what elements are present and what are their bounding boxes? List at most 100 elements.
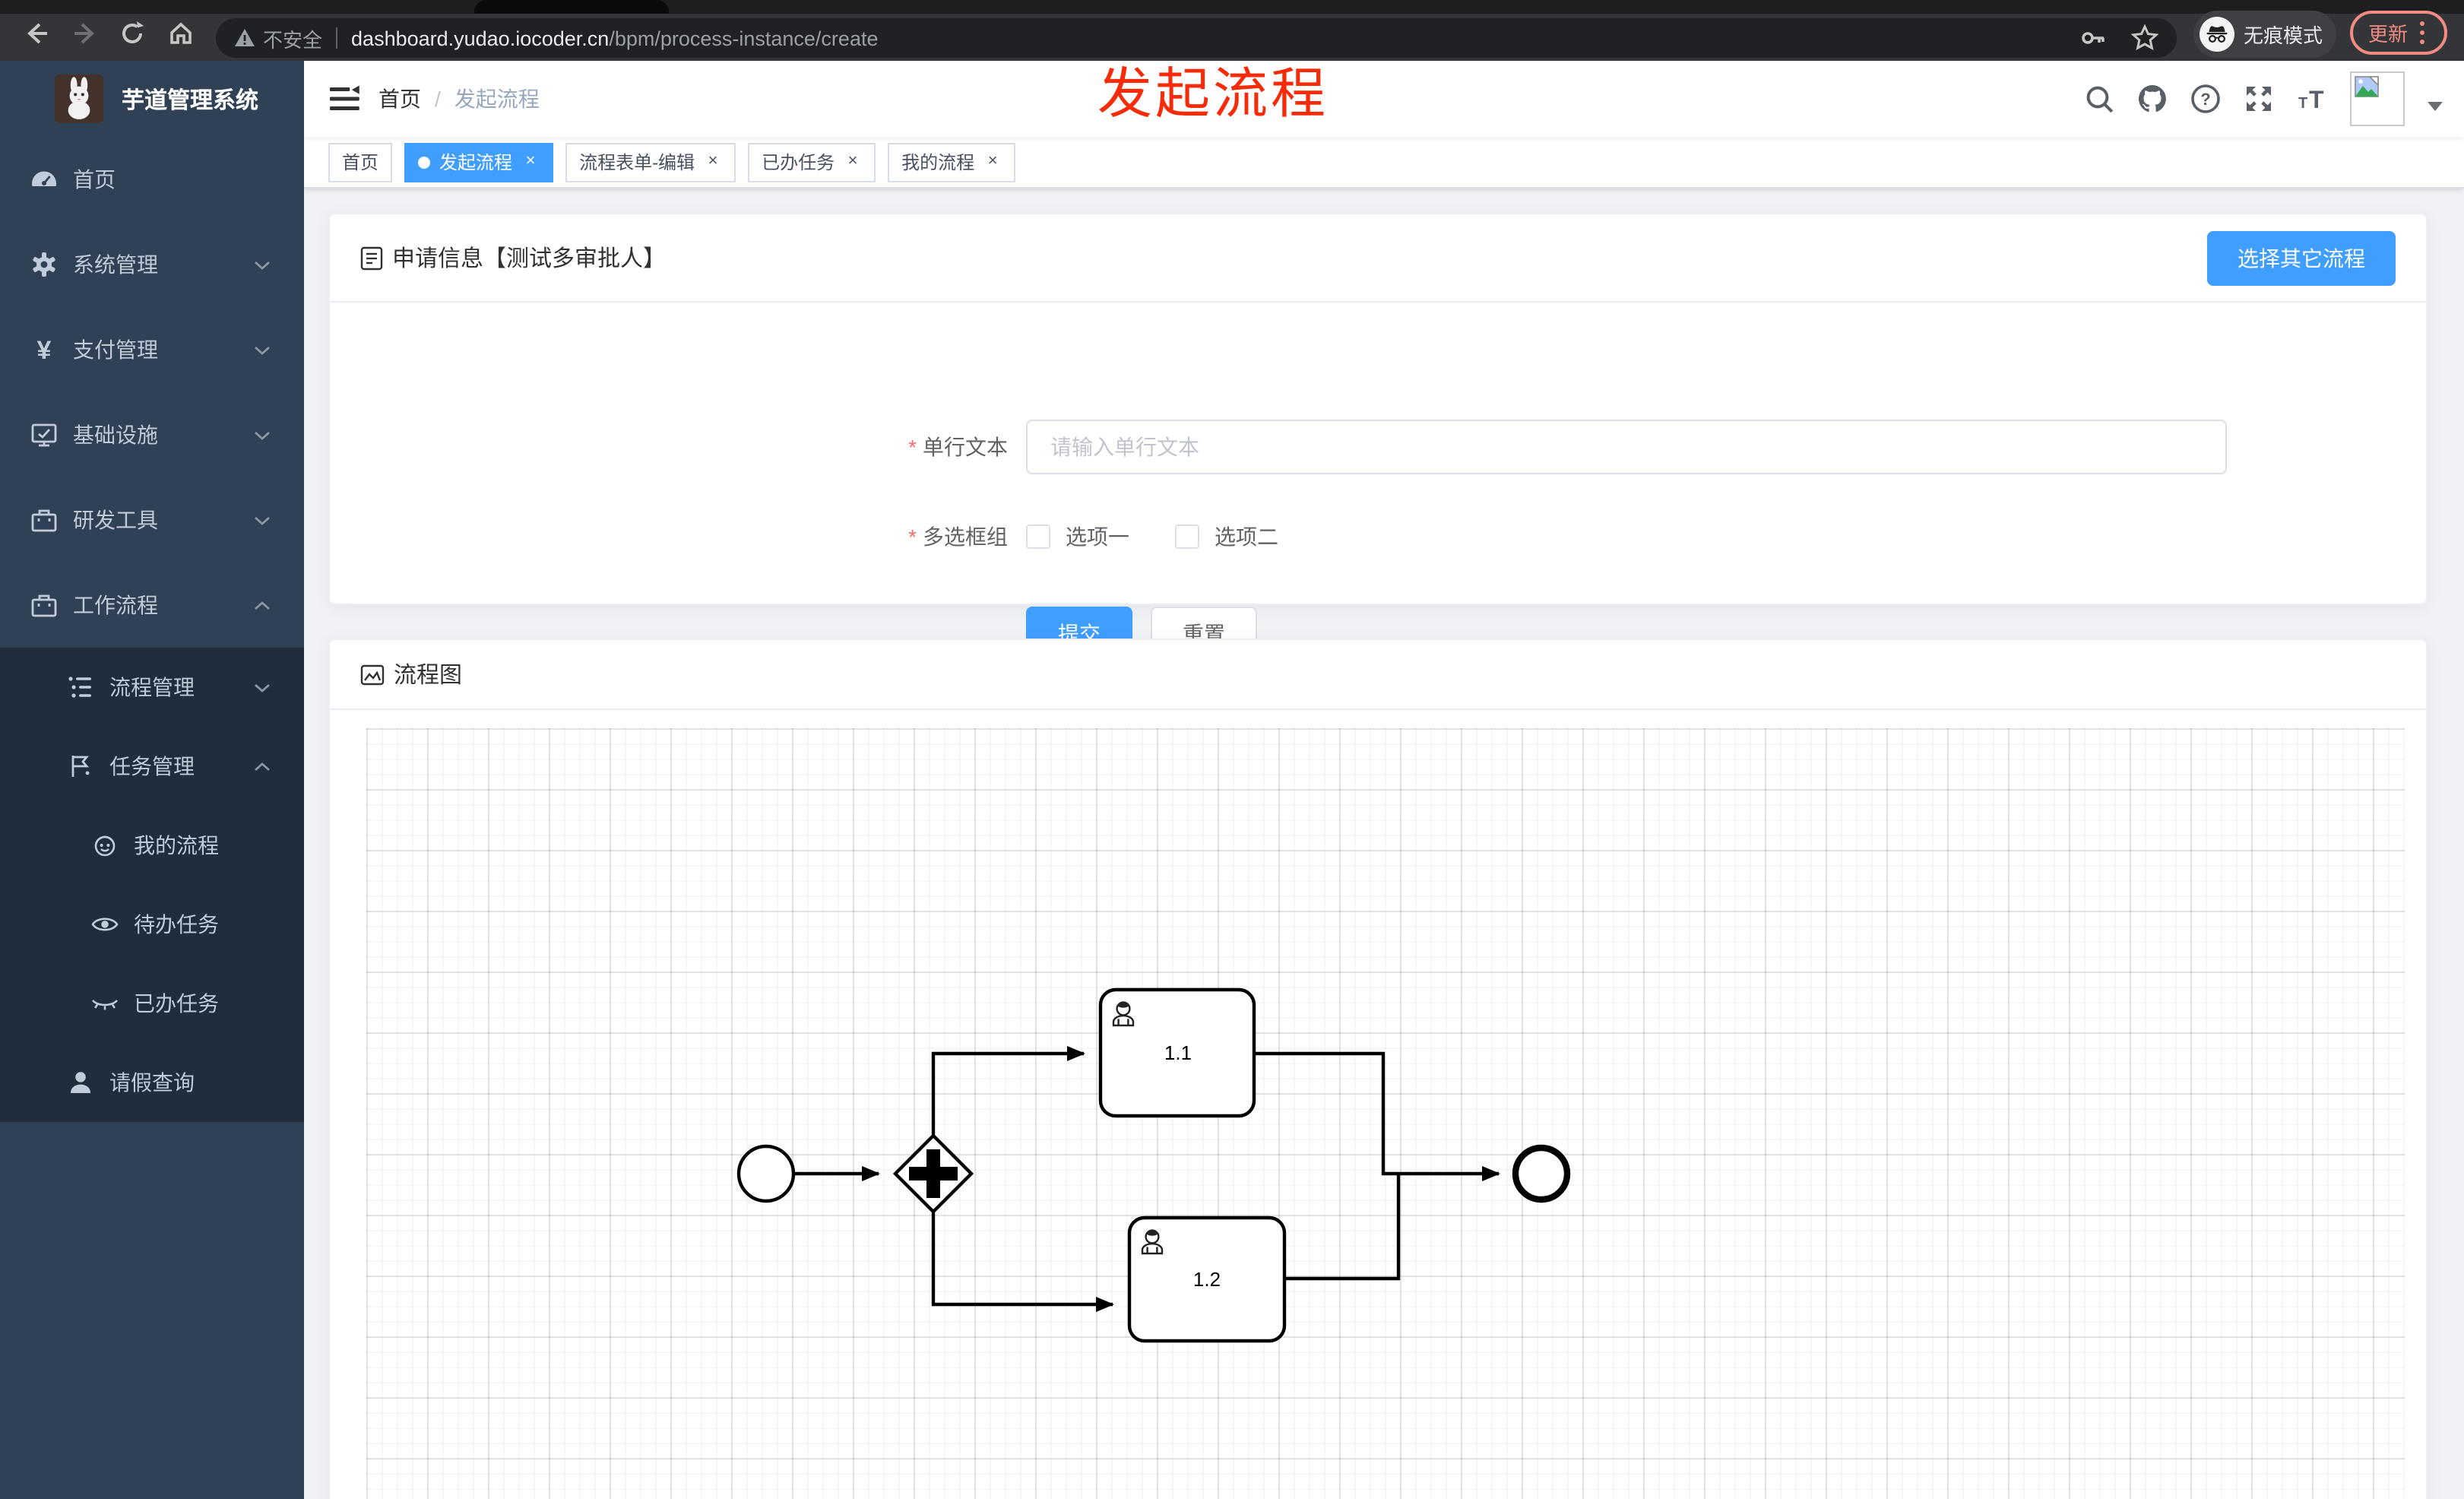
tab-done-tasks[interactable]: 已办任务 × bbox=[748, 142, 876, 182]
avatar[interactable] bbox=[2350, 71, 2405, 126]
svg-text:T: T bbox=[2309, 86, 2324, 113]
tab-home[interactable]: 首页 bbox=[328, 142, 393, 182]
github-icon[interactable] bbox=[2137, 84, 2168, 114]
checkbox-icon[interactable] bbox=[1175, 524, 1199, 549]
app-logo[interactable]: 芋道管理系统 bbox=[0, 61, 304, 137]
flow-card-title: 流程图 bbox=[394, 663, 463, 689]
back-icon[interactable] bbox=[23, 20, 50, 47]
sidebar-item-my-processes[interactable]: 我的流程 bbox=[0, 806, 304, 885]
incognito-icon bbox=[2200, 17, 2234, 52]
security-label[interactable]: 不安全 bbox=[263, 24, 322, 52]
close-icon[interactable]: × bbox=[844, 153, 862, 171]
breadcrumb: 首页 / 发起流程 bbox=[378, 61, 540, 137]
help-icon[interactable]: ? bbox=[2190, 84, 2221, 114]
avatar-dropdown-caret-icon[interactable] bbox=[2428, 102, 2443, 111]
form-body: *单行文本 *多选框组 选项一 选项二 提交 重置 bbox=[330, 303, 2426, 661]
bpmn-canvas[interactable]: 1.1 1.2 bbox=[366, 728, 2405, 1499]
checkbox-icon[interactable] bbox=[1026, 524, 1050, 549]
url-path[interactable]: /bpm/process-instance/create bbox=[609, 27, 878, 49]
task-label: 1.1 bbox=[1164, 1041, 1192, 1064]
password-key-icon[interactable] bbox=[2079, 24, 2107, 52]
home-icon[interactable] bbox=[167, 20, 195, 47]
end-event[interactable] bbox=[1512, 1144, 1571, 1203]
sidebar-item-payment[interactable]: ¥ 支付管理 bbox=[0, 307, 304, 392]
sidebar-item-task-management[interactable]: 任务管理 bbox=[0, 727, 304, 806]
breadcrumb-home[interactable]: 首页 bbox=[378, 84, 421, 114]
sidebar-item-done-tasks[interactable]: 已办任务 bbox=[0, 964, 304, 1043]
process-diagram-card: 流程图 1.1 1.2 bbox=[328, 639, 2428, 1499]
chevron-down-icon bbox=[255, 260, 270, 269]
tags-view-bar: 首页 发起流程 × 流程表单-编辑 × 已办任务 × 我的流程 × bbox=[304, 137, 2464, 189]
chevron-down-icon bbox=[255, 515, 270, 524]
bookmark-star-icon[interactable] bbox=[2131, 24, 2158, 52]
app-title: 芋道管理系统 bbox=[122, 87, 259, 113]
chevron-up-icon bbox=[255, 762, 270, 771]
sidebar-item-system[interactable]: 系统管理 bbox=[0, 222, 304, 307]
close-icon[interactable]: × bbox=[521, 153, 540, 171]
person-icon bbox=[71, 1072, 90, 1093]
bpmn-diagram: 1.1 1.2 bbox=[736, 987, 1571, 1343]
tab-create-process[interactable]: 发起流程 × bbox=[404, 142, 554, 182]
toolbox-icon bbox=[31, 509, 57, 532]
required-mark: * bbox=[908, 435, 917, 459]
breadcrumb-current: 发起流程 bbox=[454, 87, 540, 111]
reload-icon[interactable] bbox=[119, 20, 146, 47]
sidebar-item-process-management[interactable]: 流程管理 bbox=[0, 648, 304, 727]
yen-icon: ¥ bbox=[37, 336, 52, 363]
checkbox-group-label: * 多选框组 bbox=[908, 524, 1008, 549]
gear-icon bbox=[33, 252, 55, 277]
tab-my-processes[interactable]: 我的流程 × bbox=[888, 142, 1016, 182]
chrome-update-button[interactable]: 更新 bbox=[2350, 11, 2447, 55]
svg-text:?: ? bbox=[2200, 90, 2210, 109]
tab-process-form-edit[interactable]: 流程表单-编辑 × bbox=[565, 142, 736, 182]
sidebar-item-infrastructure[interactable]: 基础设施 bbox=[0, 392, 304, 477]
fullscreen-icon[interactable] bbox=[2244, 84, 2274, 114]
logo-rabbit-image bbox=[55, 74, 103, 123]
flow-edge-gateway-task2[interactable] bbox=[931, 1212, 1114, 1312]
choose-other-process-button[interactable]: 选择其它流程 bbox=[2207, 231, 2396, 286]
close-icon[interactable]: × bbox=[704, 153, 722, 171]
flow-edge-task1-end[interactable] bbox=[1254, 1051, 1500, 1181]
checkbox-option-one[interactable]: 选项一 bbox=[1026, 521, 1129, 552]
font-size-icon[interactable]: TT bbox=[2297, 84, 2327, 114]
chevron-down-icon bbox=[255, 345, 270, 354]
sidebar-item-leave-query[interactable]: 请假查询 bbox=[0, 1043, 304, 1122]
tree-list-icon bbox=[68, 677, 91, 698]
update-label[interactable]: 更新 bbox=[2368, 18, 2408, 47]
chevron-down-icon bbox=[255, 430, 270, 439]
sidebar-item-home[interactable]: 首页 bbox=[0, 137, 304, 222]
address-divider bbox=[336, 27, 338, 49]
sidebar-collapse-icon[interactable] bbox=[330, 84, 360, 114]
annotation-text: 发起流程 bbox=[1097, 62, 1329, 125]
card-header: 申请信息【测试多审批人】 选择其它流程 bbox=[330, 214, 2426, 303]
chevron-up-icon bbox=[255, 601, 270, 610]
browser-active-tab[interactable] bbox=[474, 0, 669, 14]
incognito-label: 无痕模式 bbox=[2244, 24, 2323, 47]
chevron-down-icon bbox=[255, 683, 270, 692]
close-icon[interactable]: × bbox=[983, 153, 1002, 171]
text-field-label: * 单行文本 bbox=[908, 435, 1008, 459]
flow-edge-gateway-task1[interactable] bbox=[931, 1046, 1085, 1136]
checkbox-option-two[interactable]: 选项二 bbox=[1175, 521, 1278, 552]
dashboard-icon bbox=[32, 171, 56, 186]
flow-edge-task2-join[interactable] bbox=[1284, 1174, 1401, 1281]
search-icon[interactable] bbox=[2084, 84, 2114, 114]
forward-icon[interactable] bbox=[71, 20, 99, 47]
url-host[interactable]: dashboard.yudao.iocoder.cn bbox=[351, 27, 609, 49]
browser-tab-strip bbox=[0, 0, 2464, 14]
checkbox-group: 选项一 选项二 bbox=[1026, 521, 1324, 552]
chrome-menu-icon[interactable] bbox=[2420, 21, 2425, 44]
start-event[interactable] bbox=[736, 1144, 796, 1203]
svg-text:¥: ¥ bbox=[37, 336, 52, 363]
sidebar: 芋道管理系统 首页 系统管理 ¥ 支付管理 基础设施 研发工具 工作流程 流程管… bbox=[0, 61, 304, 1499]
navbar: 首页 / 发起流程 ? TT bbox=[304, 61, 2464, 137]
broken-image-icon bbox=[2355, 76, 2379, 97]
svg-text:T: T bbox=[2298, 95, 2307, 112]
single-line-text-input[interactable] bbox=[1026, 420, 2227, 474]
face-icon bbox=[94, 835, 116, 857]
sidebar-item-workflow[interactable]: 工作流程 bbox=[0, 563, 304, 648]
sidebar-item-dev-tools[interactable]: 研发工具 bbox=[0, 477, 304, 563]
sidebar-item-todo-tasks[interactable]: 待办任务 bbox=[0, 885, 304, 964]
app-root: 不安全 dashboard.yudao.iocoder.cn/bpm/proce… bbox=[0, 0, 2464, 1499]
breadcrumb-separator: / bbox=[435, 87, 441, 111]
